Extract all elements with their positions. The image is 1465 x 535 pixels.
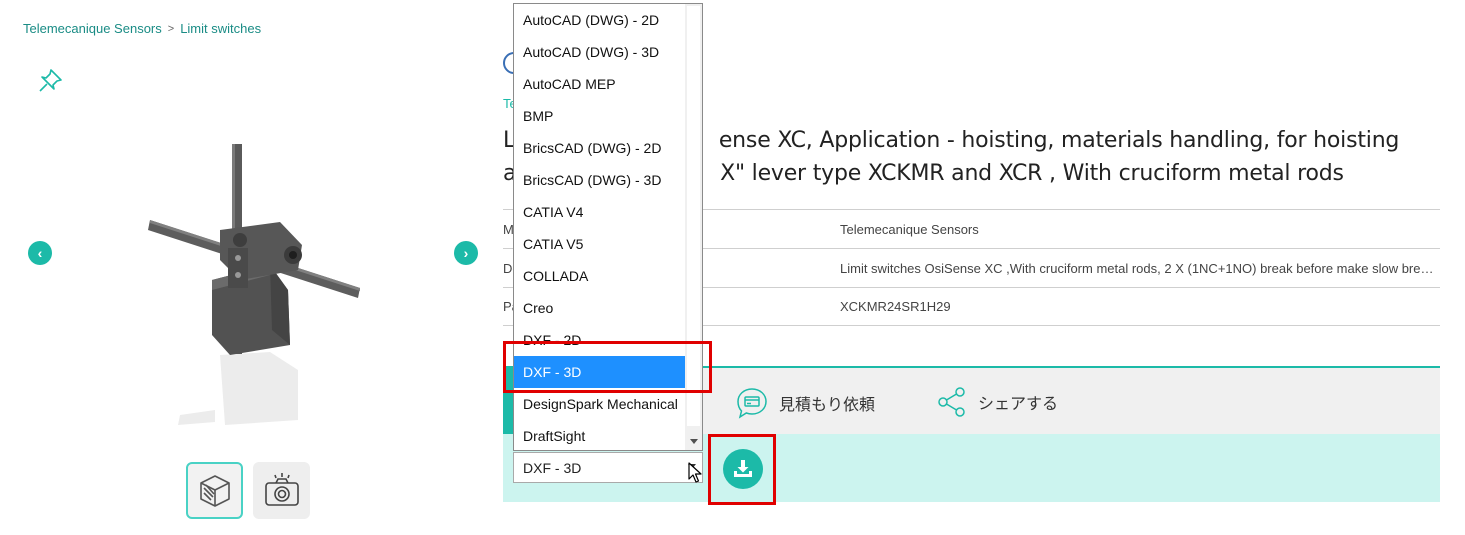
highlight-box-download xyxy=(708,434,776,505)
quote-request-button[interactable]: 見積もり依頼 xyxy=(735,386,875,420)
camera-icon xyxy=(264,472,299,506)
format-select[interactable]: DXF - 3D xyxy=(513,452,703,483)
format-option[interactable]: Creo xyxy=(514,292,686,324)
format-option[interactable]: DraftSight xyxy=(514,420,686,450)
breadcrumb-item-brand[interactable]: Telemecanique Sensors xyxy=(23,21,162,36)
breadcrumb: Telemecanique Sensors > Limit switches xyxy=(23,21,261,36)
scroll-down-icon[interactable] xyxy=(690,439,698,444)
cube-3d-icon xyxy=(199,474,230,507)
next-image-button[interactable]: › xyxy=(454,241,478,265)
thumb-photo-view[interactable] xyxy=(253,462,310,519)
share-button[interactable]: シェアする xyxy=(936,386,1058,418)
quote-request-label: 見積もり依頼 xyxy=(779,397,876,414)
format-option[interactable]: BricsCAD (DWG) - 3D xyxy=(514,164,686,196)
mouse-cursor-icon xyxy=(688,462,702,483)
spec-value: Limit switches OsiSense XC ,With crucifo… xyxy=(840,260,1440,276)
format-option[interactable]: AutoCAD MEP xyxy=(514,68,686,100)
format-option[interactable]: CATIA V4 xyxy=(514,196,686,228)
format-select-value: DXF - 3D xyxy=(523,460,582,476)
product-viewer[interactable] xyxy=(120,130,450,430)
format-option[interactable]: AutoCAD (DWG) - 3D xyxy=(514,36,686,68)
share-icon xyxy=(938,387,965,417)
format-option[interactable]: COLLADA xyxy=(514,260,686,292)
format-option[interactable]: BMP xyxy=(514,100,686,132)
pin-icon[interactable] xyxy=(36,67,64,95)
thumb-3d-view[interactable] xyxy=(186,462,243,519)
spec-value: Telemecanique Sensors xyxy=(840,221,979,237)
format-option[interactable]: CATIA V5 xyxy=(514,228,686,260)
quote-card-icon xyxy=(737,388,767,419)
format-option[interactable]: BricsCAD (DWG) - 2D xyxy=(514,132,686,164)
spec-value: XCKMR24SR1H29 xyxy=(840,299,951,314)
page: Telemecanique Sensors > Limit switches ‹… xyxy=(0,0,1465,535)
chevron-right-icon: › xyxy=(463,245,469,261)
share-label: シェアする xyxy=(978,396,1059,413)
chevron-left-icon: ‹ xyxy=(37,245,43,261)
breadcrumb-separator: > xyxy=(167,22,175,35)
prev-image-button[interactable]: ‹ xyxy=(28,241,52,265)
highlight-box-selected-option xyxy=(503,341,712,393)
view-thumbnails xyxy=(186,462,310,519)
breadcrumb-item-category[interactable]: Limit switches xyxy=(180,21,261,36)
format-option[interactable]: AutoCAD (DWG) - 2D xyxy=(514,4,686,36)
